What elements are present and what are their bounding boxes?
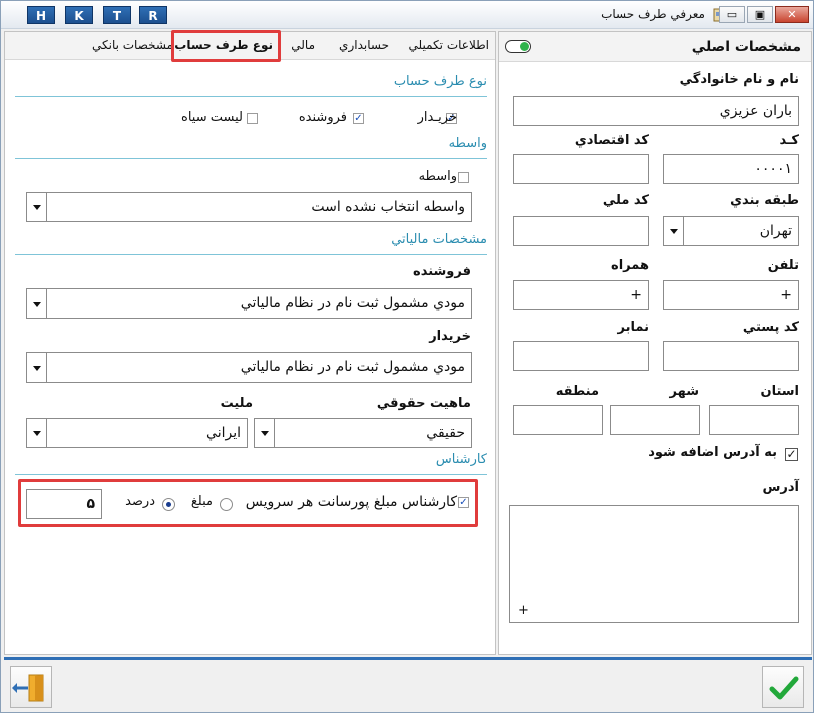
legal-nature-value: حقيقي bbox=[426, 425, 465, 441]
economic-code-input[interactable] bbox=[513, 154, 649, 184]
exit-button[interactable] bbox=[10, 666, 52, 708]
section-divider bbox=[15, 158, 487, 159]
commission-value-input[interactable]: ۵ bbox=[26, 489, 102, 519]
section-divider bbox=[15, 254, 487, 255]
dialog-window: H K T R معرفي طرف حساب ▭ ▣ ✕ مشخصات اصلي… bbox=[0, 0, 814, 713]
percent-radio[interactable] bbox=[162, 498, 175, 511]
expert-section-title: کارشناس bbox=[435, 452, 487, 467]
category-select[interactable]: تهران bbox=[663, 216, 799, 246]
category-label: طبقه بندي bbox=[730, 193, 799, 208]
blacklist-label: ليست سياه bbox=[181, 110, 243, 125]
shortcut-k-button[interactable]: K bbox=[65, 6, 93, 24]
main-info-header: مشخصات اصلي bbox=[499, 32, 811, 62]
chevron-down-icon[interactable] bbox=[27, 289, 47, 318]
title-bar: H K T R معرفي طرف حساب ▭ ▣ ✕ bbox=[1, 1, 813, 29]
main-info-title: مشخصات اصلي bbox=[691, 39, 801, 55]
tax-seller-select[interactable]: مودي مشمول ثبت نام در نظام مالياتي bbox=[26, 288, 472, 319]
city-label: شهر bbox=[669, 384, 699, 399]
buyer-label: خريـدار bbox=[417, 110, 457, 125]
nationality-select[interactable]: ايراني bbox=[26, 418, 248, 448]
commission-label: کارشناس مبلغ پورسانت هر سرويس bbox=[245, 494, 457, 510]
amount-radio[interactable] bbox=[220, 498, 233, 511]
section-divider bbox=[15, 474, 487, 475]
nationality-label: مليت bbox=[220, 396, 253, 411]
tab-bank-details[interactable]: مشخصات بانکي bbox=[92, 38, 173, 52]
region-input[interactable] bbox=[513, 405, 603, 435]
shortcut-h-button[interactable]: H bbox=[27, 6, 55, 24]
national-code-input[interactable] bbox=[513, 216, 649, 246]
chevron-down-icon[interactable] bbox=[255, 419, 275, 447]
tab-additional-info[interactable]: اطلاعات تکميلي bbox=[409, 38, 489, 52]
nationality-value: ايراني bbox=[206, 425, 241, 441]
code-label: کـد bbox=[779, 133, 799, 148]
section-divider bbox=[15, 96, 487, 97]
confirm-button[interactable] bbox=[762, 666, 804, 708]
blacklist-checkbox[interactable] bbox=[247, 113, 258, 124]
intermediary-select[interactable]: واسطه انتخاب نشده است bbox=[26, 192, 472, 222]
restore-button[interactable]: ▣ bbox=[747, 6, 773, 23]
chevron-down-icon[interactable] bbox=[27, 419, 47, 447]
amount-label: مبلغ bbox=[190, 494, 213, 509]
seller-checkbox[interactable]: ✓ bbox=[353, 113, 364, 124]
name-label: نام و نام خانوادگي bbox=[679, 72, 799, 87]
tax-section-title: مشخصات مالياتي bbox=[391, 232, 487, 247]
active-toggle[interactable] bbox=[505, 40, 531, 53]
fax-label: نمابر bbox=[617, 320, 649, 335]
postal-code-input[interactable] bbox=[663, 341, 799, 371]
tax-buyer-select[interactable]: مودي مشمول ثبت نام در نظام مالياتي bbox=[26, 352, 472, 383]
legal-nature-label: ماهيت حقوقي bbox=[376, 396, 471, 411]
region-label: منطقه bbox=[555, 384, 599, 399]
seller-label: فروشنده bbox=[298, 110, 347, 125]
mobile-label: همراه bbox=[611, 258, 649, 273]
tax-seller-value: مودي مشمول ثبت نام در نظام مالياتي bbox=[240, 295, 465, 311]
chevron-down-icon[interactable] bbox=[27, 353, 47, 382]
intermediary-value: واسطه انتخاب نشده است bbox=[311, 199, 465, 215]
account-type-section-title: نوع طرف حساب bbox=[393, 74, 487, 89]
address-label: آدرس bbox=[762, 480, 799, 495]
intermediary-section-title: واسطه bbox=[448, 136, 487, 151]
shortcut-t-button[interactable]: T bbox=[103, 6, 131, 24]
fax-input[interactable] bbox=[513, 341, 649, 371]
tab-accounting[interactable]: حسابداري bbox=[339, 38, 389, 52]
tax-buyer-label: خريدار bbox=[429, 329, 471, 344]
commission-checkbox[interactable]: ✓ bbox=[458, 497, 469, 508]
window-title: معرفي طرف حساب bbox=[601, 7, 705, 21]
tax-seller-label: فروشنده bbox=[413, 264, 471, 279]
intermediary-label: واسطه bbox=[418, 169, 457, 184]
phone-label: تلفن bbox=[767, 258, 799, 273]
province-input[interactable] bbox=[709, 405, 799, 435]
main-info-panel: مشخصات اصلي نام و نام خانوادگي باران عزي… bbox=[498, 31, 812, 655]
intermediary-checkbox[interactable] bbox=[458, 172, 469, 183]
exit-door-icon bbox=[12, 674, 44, 702]
tabs-panel: اطلاعات تکميلي حسابداري مالي نوع طرف حسا… bbox=[4, 30, 496, 655]
code-input[interactable]: ٠٠٠٠١ bbox=[663, 154, 799, 184]
phone-input[interactable]: + bbox=[663, 280, 799, 310]
city-input[interactable] bbox=[610, 405, 700, 435]
address-text: + bbox=[518, 603, 529, 618]
checkmark-icon bbox=[769, 676, 799, 700]
footer-bar bbox=[4, 657, 812, 711]
tab-financial[interactable]: مالي bbox=[291, 38, 315, 52]
chevron-down-icon[interactable] bbox=[664, 217, 684, 245]
mobile-input[interactable]: + bbox=[513, 280, 649, 310]
province-label: استان bbox=[760, 384, 799, 399]
add-to-address-checkbox[interactable]: ✓ bbox=[785, 448, 798, 461]
national-code-label: کد ملي bbox=[602, 193, 649, 208]
category-value: تهران bbox=[759, 223, 792, 239]
tax-buyer-value: مودي مشمول ثبت نام در نظام مالياتي bbox=[240, 359, 465, 375]
shortcut-r-button[interactable]: R bbox=[139, 6, 167, 24]
close-button[interactable]: ✕ bbox=[775, 6, 809, 23]
percent-label: درصد bbox=[125, 494, 155, 509]
economic-code-label: کد اقتصادي bbox=[574, 133, 649, 148]
add-to-address-label: به آدرس اضافه شود bbox=[648, 445, 777, 460]
name-input[interactable]: باران عزيزي bbox=[513, 96, 799, 126]
minimize-button[interactable]: ▭ bbox=[719, 6, 745, 23]
tab-highlight bbox=[171, 30, 281, 62]
address-textarea[interactable]: + bbox=[509, 505, 799, 623]
legal-nature-select[interactable]: حقيقي bbox=[254, 418, 472, 448]
postal-code-label: کد پستي bbox=[742, 320, 799, 335]
chevron-down-icon[interactable] bbox=[27, 193, 47, 221]
